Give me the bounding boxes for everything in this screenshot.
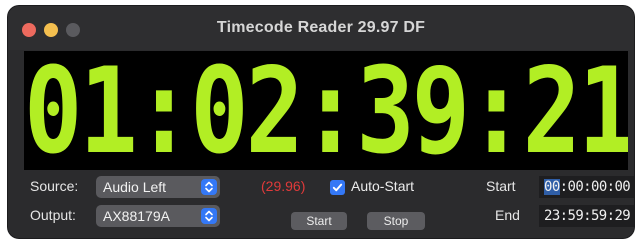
timecode-reader-window: Timecode Reader 29.97 DF 01:02:39:21 Sou…: [8, 6, 634, 238]
title-bar[interactable]: Timecode Reader 29.97 DF: [8, 6, 634, 50]
source-popup[interactable]: Audio Left: [96, 176, 220, 198]
chevron-updown-icon: [201, 179, 217, 195]
end-time-field[interactable]: 23:59:59:29: [539, 205, 634, 227]
start-button[interactable]: Start: [291, 212, 347, 230]
end-time-label: End: [495, 207, 520, 223]
output-popup[interactable]: AX88179A: [96, 205, 220, 227]
source-value: Audio Left: [103, 179, 167, 195]
auto-start-checkbox[interactable]: [330, 180, 345, 195]
detected-rate: (29.96): [261, 178, 306, 194]
source-label: Source:: [30, 178, 79, 194]
start-time-field[interactable]: 00:00:00:00: [539, 176, 634, 198]
checkmark-icon: [332, 183, 343, 192]
timecode-display: 01:02:39:21: [24, 51, 628, 170]
start-time-rest: :00:00:00: [559, 179, 631, 195]
start-time-selected-segment: 00: [544, 179, 560, 195]
start-time-label: Start: [486, 178, 516, 194]
output-value: AX88179A: [103, 208, 170, 224]
output-label: Output:: [30, 207, 76, 223]
window-title: Timecode Reader 29.97 DF: [216, 19, 426, 36]
chevron-updown-icon: [201, 208, 217, 224]
timecode-readout: 01:02:39:21: [24, 51, 628, 170]
stop-button[interactable]: Stop: [367, 212, 425, 230]
auto-start-label[interactable]: Auto-Start: [351, 178, 414, 194]
